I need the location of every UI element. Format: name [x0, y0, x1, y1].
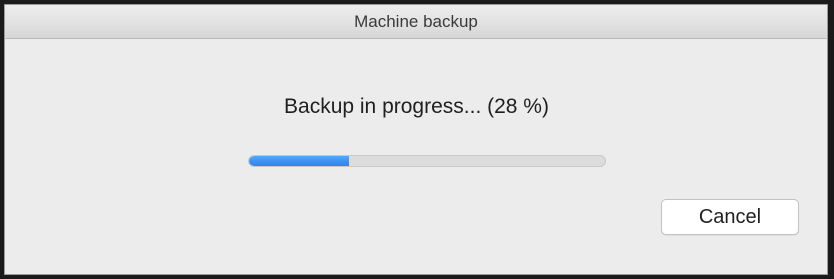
dialog-content: Backup in progress... (28 %) Cancel: [5, 39, 827, 274]
window-title: Machine backup: [354, 12, 478, 31]
cancel-button[interactable]: Cancel: [661, 199, 799, 235]
title-bar[interactable]: Machine backup: [5, 5, 827, 39]
backup-dialog: Machine backup Backup in progress... (28…: [4, 4, 828, 275]
progress-status-text: Backup in progress... (28 %): [284, 95, 549, 118]
progress-bar-fill: [249, 156, 349, 166]
progress-bar: [248, 155, 606, 167]
